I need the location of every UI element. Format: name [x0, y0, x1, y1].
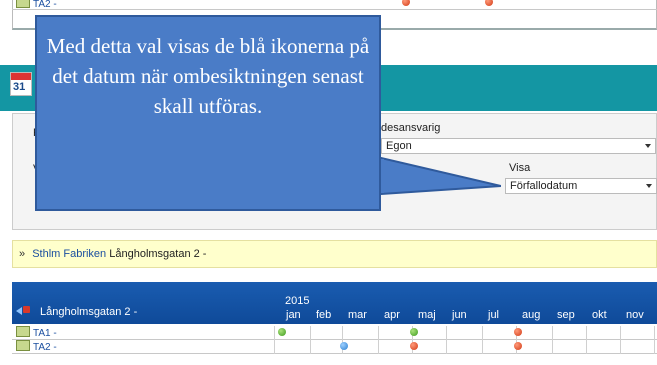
month-label-apr: apr: [384, 309, 400, 321]
edit-icon: [16, 340, 30, 351]
status-red-icon[interactable]: [514, 328, 522, 336]
month-label-nov: nov: [626, 309, 644, 321]
breadcrumb-link[interactable]: Sthlm Fabriken: [32, 248, 106, 260]
month-label-mar: mar: [348, 309, 367, 321]
status-green-icon[interactable]: [278, 328, 286, 336]
month-label-jan: jan: [286, 309, 301, 321]
year-label: 2015: [285, 295, 310, 307]
row-label[interactable]: TA1 -: [16, 326, 57, 340]
timeline-row: TA2 -: [12, 340, 657, 354]
status-green-icon[interactable]: [410, 328, 418, 336]
month-label-maj: maj: [418, 309, 436, 321]
breadcrumb: » Sthlm Fabriken Långholmsgatan 2 -: [12, 240, 657, 268]
month-label-okt: okt: [592, 309, 607, 321]
callout-box: Med detta val visas de blå ikonerna på d…: [35, 15, 381, 211]
status-red-icon[interactable]: [514, 342, 522, 350]
status-red-icon[interactable]: [410, 342, 418, 350]
month-label-jul: jul: [488, 309, 500, 321]
chevron-down-icon: [646, 184, 652, 188]
month-label-jun: jun: [452, 309, 467, 321]
month-label-sep: sep: [557, 309, 575, 321]
month-label-feb: feb: [316, 309, 332, 321]
status-blue-icon[interactable]: [340, 342, 348, 350]
callout-pointer: [381, 156, 501, 196]
responsible-label: desansvarig: [381, 122, 441, 134]
show-select[interactable]: Förfallodatum: [505, 178, 657, 194]
site-name: Långholmsgatan 2 -: [40, 306, 138, 318]
back-arrow-icon[interactable]: [16, 307, 22, 315]
chevron-down-icon: [645, 144, 651, 148]
calendar-icon: 31: [10, 72, 32, 96]
breadcrumb-current: Långholmsgatan 2 -: [109, 248, 207, 260]
row-label[interactable]: TA2 -: [16, 340, 57, 354]
edit-icon: [16, 0, 30, 8]
timeline-row: TA1 -: [12, 326, 657, 340]
house-icon: [23, 306, 30, 313]
timeline-header: Långholmsgatan 2 - 2015 jan feb mar apr maj j…: [12, 282, 657, 324]
callout-text: Med detta val visas de blå ikonerna på d…: [46, 34, 370, 118]
show-label: Visa: [509, 162, 531, 174]
prev-row-label[interactable]: TA2 -: [16, 0, 57, 11]
edit-icon: [16, 326, 30, 337]
month-label-aug: aug: [522, 309, 541, 321]
breadcrumb-separator: »: [19, 248, 26, 260]
